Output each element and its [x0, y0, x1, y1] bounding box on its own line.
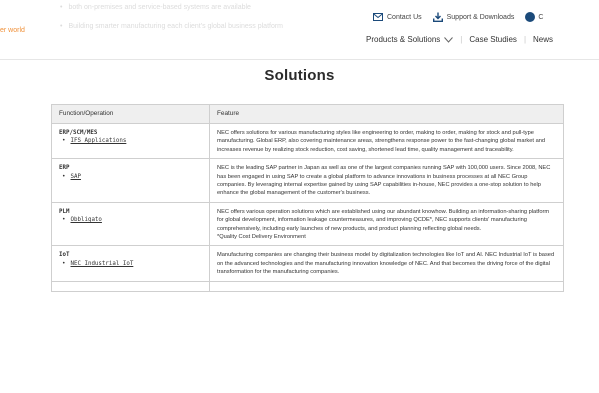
function-cell: PLM • Obbligato: [51, 201, 210, 247]
feature-cell: NEC is the leading SAP partner in Japan …: [209, 158, 564, 203]
solution-link-item: • SAP: [62, 173, 81, 180]
solution-link-item: • IFS Applications: [62, 138, 127, 145]
footnote: *Quality Cost Delivery Environment: [217, 234, 306, 241]
nav-products-solutions[interactable]: Products & Solutions: [366, 35, 454, 44]
feature-cell: NEC offers various operation solutions w…: [209, 201, 564, 247]
function-name: PLM: [59, 208, 70, 215]
column-header-feature: Feature: [209, 104, 564, 124]
function-cell: [51, 280, 210, 292]
function-name: ERP: [59, 165, 70, 172]
mail-icon: [373, 13, 383, 21]
table-row-cutoff: [51, 280, 564, 292]
globe-icon: [525, 12, 536, 22]
chevron-down-icon: [444, 36, 454, 43]
feature-description: Manufacturing companies are changing the…: [217, 252, 555, 276]
utility-links: Contact Us Support & Downloads C: [373, 12, 554, 22]
faded-bullet-text: • Building smarter manufacturing each cli…: [60, 23, 284, 30]
download-icon: [432, 12, 443, 22]
feature-description: NEC offers various operation solutions w…: [217, 208, 550, 232]
table-row: IoT • NEC Industrial IoT Manufacturing co…: [51, 245, 564, 282]
nav-news[interactable]: News: [533, 35, 553, 44]
brand-tagline-fragment: er world: [0, 27, 25, 34]
function-cell: ERP • SAP: [51, 158, 210, 203]
support-downloads-link[interactable]: Support & Downloads: [432, 12, 514, 22]
function-name: ERP/SCM/MES: [59, 130, 98, 136]
table-row: PLM • Obbligato NEC offers various operat…: [51, 201, 564, 247]
feature-cell: Manufacturing companies are changing the…: [209, 245, 564, 282]
feature-cell: NEC offers solutions for various manufac…: [209, 122, 564, 160]
function-cell: ERP/SCM/MES • IFS Applications: [51, 122, 210, 160]
column-header-function: Function/Operation: [51, 104, 210, 124]
solutions-table: Function/Operation Feature ERP/SCM/MES •…: [51, 104, 564, 292]
table-header-row: Function/Operation Feature: [51, 104, 564, 124]
nav-divider: |: [460, 35, 463, 44]
contact-us-link[interactable]: Contact Us: [373, 13, 422, 21]
solution-link[interactable]: NEC Industrial IoT: [71, 261, 134, 267]
nav-case-studies[interactable]: Case Studies: [469, 35, 517, 44]
page-title: Solutions: [264, 67, 335, 84]
function-cell: IoT • NEC Industrial IoT: [51, 245, 210, 282]
table-row: ERP • SAP NEC is the leading SAP partner …: [51, 158, 564, 203]
feature-cell: [209, 280, 564, 292]
nav-divider: |: [523, 35, 527, 44]
solution-link-item: • Obbligato: [62, 217, 102, 224]
faded-bullet-text: • both on-premises and service-based syst…: [60, 4, 251, 11]
function-name: IoT: [59, 252, 70, 259]
site-header: • both on-premises and service-based syst…: [0, 0, 599, 60]
region-selector[interactable]: C: [525, 12, 543, 22]
table-row: ERP/SCM/MES • IFS Applications NEC offers…: [51, 122, 564, 160]
solution-link[interactable]: SAP: [71, 174, 81, 180]
solution-link[interactable]: Obbligato: [71, 217, 102, 223]
solution-link[interactable]: IFS Applications: [71, 138, 127, 144]
solution-link-item: • NEC Industrial IoT: [62, 260, 134, 267]
feature-description: NEC is the leading SAP partner in Japan …: [217, 165, 551, 197]
main-navigation: Products & Solutions | Case Studies | Ne…: [366, 35, 553, 44]
feature-description: NEC offers solutions for various manufac…: [217, 130, 546, 153]
